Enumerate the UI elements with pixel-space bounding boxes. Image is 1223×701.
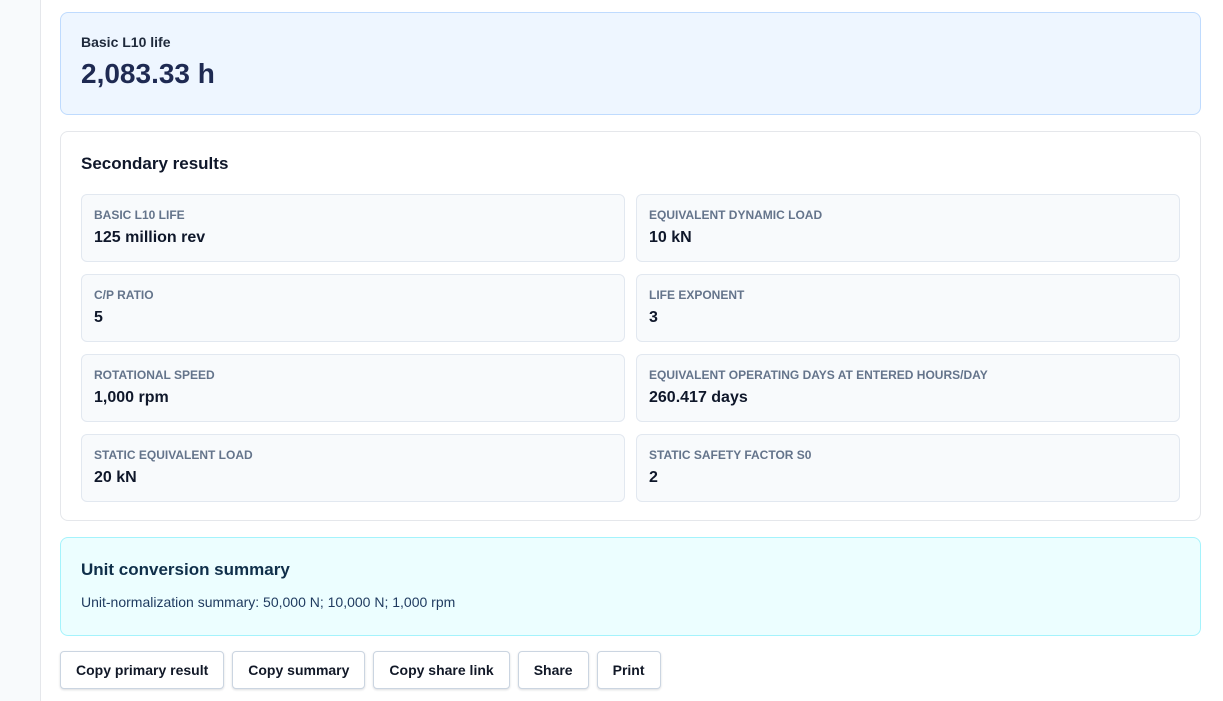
- metric-equivalent-operating-days: EQUIVALENT OPERATING DAYS AT ENTERED HOU…: [636, 354, 1180, 422]
- metric-static-equivalent-load: STATIC EQUIVALENT LOAD 20 kN: [81, 434, 625, 502]
- metric-basic-l10-life: BASIC L10 LIFE 125 million rev: [81, 194, 625, 262]
- unit-conversion-title: Unit conversion summary: [81, 560, 290, 579]
- metric-label: EQUIVALENT OPERATING DAYS AT ENTERED HOU…: [649, 368, 988, 382]
- secondary-results-title: Secondary results: [81, 154, 229, 173]
- copy-summary-button[interactable]: Copy summary: [232, 651, 366, 689]
- metric-life-exponent: LIFE EXPONENT 3: [636, 274, 1180, 342]
- primary-result-label: Basic L10 life: [81, 34, 171, 50]
- metric-value: 5: [94, 309, 103, 326]
- metric-label: LIFE EXPONENT: [649, 288, 745, 302]
- action-bar: Copy primary result Copy summary Copy sh…: [60, 651, 1201, 689]
- share-button[interactable]: Share: [517, 651, 589, 689]
- primary-result-card: Basic L10 life 2,083.33 h: [60, 12, 1201, 115]
- print-button[interactable]: Print: [596, 651, 661, 689]
- metric-label: STATIC SAFETY FACTOR S0: [649, 448, 812, 462]
- secondary-results-card: Secondary results BASIC L10 LIFE 125 mil…: [60, 131, 1201, 521]
- metric-value: 3: [649, 309, 658, 326]
- metric-cp-ratio: C/P RATIO 5: [81, 274, 625, 342]
- metric-rotational-speed: ROTATIONAL SPEED 1,000 rpm: [81, 354, 625, 422]
- metric-value: 1,000 rpm: [94, 389, 169, 406]
- results-page: Basic L10 life 2,083.33 h Secondary resu…: [0, 0, 1223, 701]
- metric-value: 125 million rev: [94, 229, 206, 246]
- metric-value: 2: [649, 469, 658, 486]
- unit-conversion-card: Unit conversion summary Unit-normalizati…: [60, 537, 1201, 636]
- left-rail: [0, 0, 41, 701]
- metric-value: 260.417 days: [649, 389, 748, 406]
- copy-share-link-button[interactable]: Copy share link: [373, 651, 510, 689]
- metric-value: 10 kN: [649, 229, 692, 246]
- metric-label: ROTATIONAL SPEED: [94, 368, 215, 382]
- metric-equivalent-dynamic-load: EQUIVALENT DYNAMIC LOAD 10 kN: [636, 194, 1180, 262]
- metric-label: C/P RATIO: [94, 288, 154, 302]
- metric-label: BASIC L10 LIFE: [94, 208, 185, 222]
- metric-label: STATIC EQUIVALENT LOAD: [94, 448, 253, 462]
- metric-value: 20 kN: [94, 469, 137, 486]
- unit-conversion-text: Unit-normalization summary: 50,000 N; 10…: [81, 594, 456, 610]
- metric-static-safety-factor: STATIC SAFETY FACTOR S0 2: [636, 434, 1180, 502]
- copy-primary-result-button[interactable]: Copy primary result: [60, 651, 225, 689]
- metric-label: EQUIVALENT DYNAMIC LOAD: [649, 208, 823, 222]
- secondary-results-grid: BASIC L10 LIFE 125 million rev EQUIVALEN…: [81, 194, 1180, 502]
- primary-result-value: 2,083.33 h: [81, 58, 215, 89]
- results-content: Basic L10 life 2,083.33 h Secondary resu…: [60, 12, 1201, 689]
